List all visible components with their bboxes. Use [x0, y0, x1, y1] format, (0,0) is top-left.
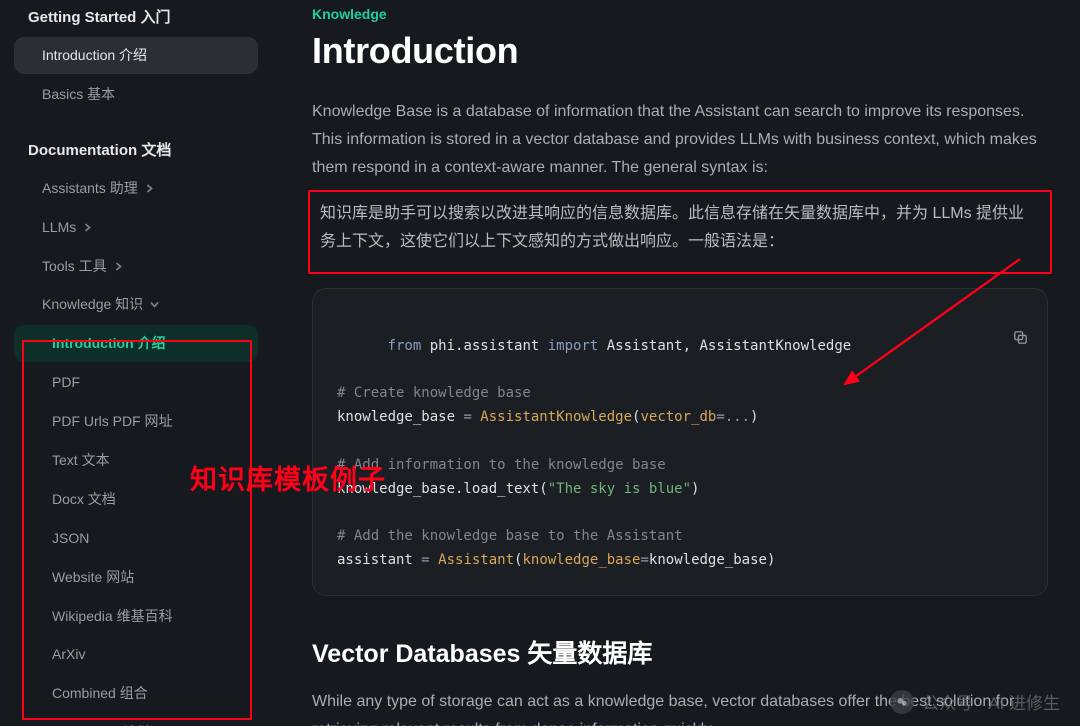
code-token: assistant — [337, 552, 421, 568]
sidebar-item-label: PDF Urls PDF 网址 — [52, 412, 173, 431]
code-token: ) — [750, 409, 758, 425]
sidebar-item-introduction[interactable]: Introduction 介绍 — [14, 37, 258, 74]
sidebar-item-knowledge-docx[interactable]: Docx 文档 — [14, 481, 258, 518]
chevron-right-icon — [113, 261, 124, 272]
code-token: knowledge_base — [522, 552, 640, 568]
sidebar-item-basics[interactable]: Basics 基本 — [14, 76, 258, 113]
sidebar-item-label: Tools 工具 — [42, 257, 107, 276]
code-token: Assistant, AssistantKnowledge — [598, 338, 851, 354]
code-token: import — [548, 338, 599, 354]
code-token: = — [421, 552, 429, 568]
sidebar-item-knowledge-introduction[interactable]: Introduction 介绍 — [14, 325, 258, 362]
sidebar-item-knowledge-pdfurls[interactable]: PDF Urls PDF 网址 — [14, 403, 258, 440]
sidebar-item-knowledge-pdf[interactable]: PDF — [14, 364, 258, 401]
sidebar-item-knowledge-json[interactable]: JSON — [14, 520, 258, 557]
sidebar-section-documentation: Documentation 文档 — [0, 127, 266, 170]
code-token: vector_db — [640, 409, 716, 425]
chevron-right-icon — [82, 222, 93, 233]
sidebar-item-label: JSON — [52, 529, 89, 548]
code-token: knowledge_base — [649, 552, 767, 568]
sidebar-item-knowledge[interactable]: Knowledge 知识 — [14, 286, 258, 323]
sidebar-item-label: Combined 组合 — [52, 684, 148, 703]
code-token: ( — [539, 481, 547, 497]
sidebar-item-knowledge-langchain[interactable]: LangChain 浪链 — [14, 714, 258, 726]
sidebar-item-knowledge-combined[interactable]: Combined 组合 — [14, 675, 258, 712]
section-heading-vector-databases: Vector Databases 矢量数据库 — [312, 634, 1048, 670]
code-token: AssistantKnowledge — [472, 409, 632, 425]
sidebar-item-label: Introduction 介绍 — [52, 334, 166, 353]
sidebar-item-label: Assistants 助理 — [42, 179, 138, 198]
main-content: Knowledge Introduction Knowledge Base is… — [280, 0, 1080, 726]
sidebar-item-knowledge-wikipedia[interactable]: Wikipedia 维基百科 — [14, 598, 258, 635]
code-token: Assistant — [430, 552, 514, 568]
sidebar-item-label: ArXiv — [52, 645, 85, 664]
sidebar-item-label: Text 文本 — [52, 451, 110, 470]
chevron-down-icon — [149, 299, 160, 310]
copy-icon[interactable] — [945, 305, 1029, 378]
intro-paragraph-zh: 知识库是助手可以搜索以改进其响应的信息数据库。此信息存储在矢量数据库中，并为 L… — [312, 194, 1048, 262]
sidebar-item-assistants[interactable]: Assistants 助理 — [14, 170, 258, 207]
code-token: = — [463, 409, 471, 425]
sidebar-item-label: LLMs — [42, 218, 76, 237]
vector-db-paragraph-en: While any type of storage can act as a k… — [312, 688, 1048, 726]
sidebar-item-label: PDF — [52, 373, 80, 392]
code-token: knowledge_base — [337, 409, 463, 425]
code-token: from — [388, 338, 422, 354]
sidebar-item-knowledge-text[interactable]: Text 文本 — [14, 442, 258, 479]
code-token: =... — [716, 409, 750, 425]
intro-paragraph-en: Knowledge Base is a database of informat… — [312, 98, 1048, 182]
annotation-highlight-box: 知识库是助手可以搜索以改进其响应的信息数据库。此信息存储在矢量数据库中，并为 L… — [308, 190, 1052, 274]
code-token: knowledge_base.load_text — [337, 481, 539, 497]
breadcrumb: Knowledge — [312, 6, 1048, 22]
code-comment: # Add the knowledge base to the Assistan… — [337, 528, 683, 544]
sidebar-item-tools[interactable]: Tools 工具 — [14, 248, 258, 285]
sidebar-item-llms[interactable]: LLMs — [14, 209, 258, 246]
code-comment: # Create knowledge base — [337, 385, 531, 401]
sidebar-item-knowledge-website[interactable]: Website 网站 — [14, 559, 258, 596]
sidebar-item-label: Docx 文档 — [52, 490, 116, 509]
sidebar-item-knowledge-arxiv[interactable]: ArXiv — [14, 636, 258, 673]
code-token: ) — [691, 481, 699, 497]
chevron-right-icon — [144, 183, 155, 194]
code-token: "The sky is blue" — [548, 481, 691, 497]
code-token: ) — [767, 552, 775, 568]
sidebar: Getting Started 入门 Introduction 介绍 Basic… — [0, 0, 280, 726]
code-token: = — [640, 552, 648, 568]
sidebar-item-label: Wikipedia 维基百科 — [52, 607, 173, 626]
sidebar-item-label: Knowledge 知识 — [42, 295, 143, 314]
code-block: from phi.assistant import Assistant, Ass… — [312, 288, 1048, 596]
sidebar-section-getting-started: Getting Started 入门 — [0, 0, 266, 37]
sidebar-item-label: Basics 基本 — [42, 85, 115, 104]
page-title: Introduction — [312, 30, 1048, 72]
sidebar-item-label: Introduction 介绍 — [42, 46, 147, 65]
code-comment: # Add information to the knowledge base — [337, 457, 666, 473]
sidebar-item-label: Website 网站 — [52, 568, 134, 587]
code-token: phi.assistant — [421, 338, 547, 354]
